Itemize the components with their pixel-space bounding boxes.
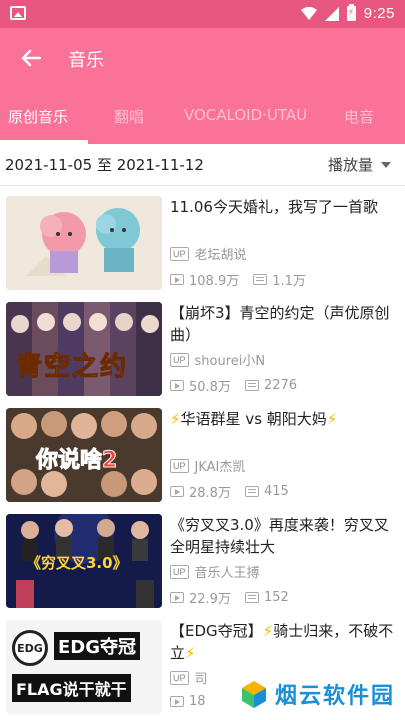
- danmaku-icon: [253, 274, 268, 285]
- up-badge: UP: [170, 246, 189, 261]
- up-badge: UP: [170, 352, 189, 367]
- video-stats: 108.9万 1.1万: [170, 270, 320, 289]
- danmaku-icon: [244, 486, 259, 497]
- battery-icon: ⚡: [346, 4, 356, 21]
- back-arrow-icon[interactable]: [18, 44, 46, 72]
- up-badge: UP: [170, 670, 189, 685]
- video-item[interactable]: 《穷叉叉3.0》 《穷叉叉3.0》再度来袭！穷叉叉全明星持续壮大 UP 音乐人王…: [0, 508, 405, 614]
- up-badge: UP: [170, 458, 189, 473]
- play-count: 108.9万: [189, 274, 240, 289]
- video-stats: 18: [170, 694, 220, 709]
- video-title: 11.06今天婚礼，我写了一首歌: [170, 198, 378, 216]
- watermark-text: 烟云软件园: [274, 684, 395, 709]
- video-item[interactable]: 11.06今天婚礼，我写了一首歌 UP 老坛胡说 108.9万 1.1万: [0, 190, 405, 296]
- up-badge: UP: [170, 564, 189, 579]
- play-count-icon: [170, 486, 184, 497]
- thumbnail-caption: 青空之约: [15, 352, 129, 383]
- video-thumbnail: 你说啥2: [6, 408, 162, 502]
- uploader[interactable]: UP 老坛胡说: [170, 244, 247, 263]
- play-count-icon: [170, 592, 184, 603]
- uploader-name: JKAI杰凯: [194, 460, 246, 475]
- danmaku-count: 1.1万: [272, 274, 306, 289]
- danmaku-count: 2276: [263, 378, 298, 393]
- uploader-name: shourei小N: [194, 354, 266, 369]
- play-count-icon: [170, 380, 184, 391]
- video-stats: 22.9万 152: [170, 588, 303, 607]
- video-thumbnail: [6, 196, 162, 290]
- video-item[interactable]: 青空之约 【崩坏3】青空的约定（声优原创曲） UP shourei小N 50.8…: [0, 296, 405, 402]
- video-title: ⚡华语群星 vs 朝阳大妈⚡: [170, 410, 338, 428]
- status-bar: ⚡ 9:25: [0, 0, 405, 28]
- watermark: 烟云软件园: [234, 676, 399, 712]
- danmaku-icon: [244, 592, 259, 603]
- caret-down-icon: [381, 161, 391, 168]
- page-title: 音乐: [68, 50, 104, 71]
- uploader-name: 老坛胡说: [194, 248, 247, 263]
- play-count: 18: [189, 694, 206, 709]
- video-stats: 28.8万 415: [170, 482, 303, 501]
- sort-dropdown[interactable]: 播放量: [328, 154, 391, 175]
- uploader-name: 司: [194, 672, 208, 687]
- danmaku-count: 415: [263, 484, 289, 499]
- play-count-icon: [170, 274, 184, 285]
- image-notification-icon: [10, 6, 26, 20]
- video-title: 【崩坏3】青空的约定（声优原创曲）: [170, 304, 390, 344]
- tab-original-music[interactable]: 原创音乐: [8, 106, 68, 127]
- date-range[interactable]: 2021-11-05 至 2021-11-12: [5, 154, 204, 175]
- video-title: 【EDG夺冠】⚡骑士归来，不破不立⚡: [170, 622, 394, 662]
- danmaku-count: 152: [263, 590, 289, 605]
- cube-logo-icon: [241, 681, 266, 708]
- uploader[interactable]: UP 司: [170, 668, 208, 687]
- edg-logo: EDG: [12, 630, 48, 666]
- sort-label: 播放量: [327, 156, 373, 174]
- video-thumbnail: 《穷叉叉3.0》: [6, 514, 162, 608]
- uploader[interactable]: UP 音乐人王搏: [170, 562, 260, 581]
- video-stats: 50.8万 2276: [170, 376, 311, 395]
- video-title: 《穷叉叉3.0》再度来袭！穷叉叉全明星持续壮大: [170, 516, 389, 556]
- thumbnail-caption: 《穷叉叉3.0》: [26, 554, 128, 572]
- clock: 9:25: [363, 5, 395, 22]
- danmaku-icon: [244, 380, 259, 391]
- play-count: 50.8万: [189, 380, 231, 395]
- filter-bar: 2021-11-05 至 2021-11-12 播放量: [0, 144, 405, 186]
- uploader-name: 音乐人王搏: [194, 566, 260, 581]
- tab-cover[interactable]: 翻唱: [114, 106, 144, 127]
- tab-vocaloid-utau[interactable]: VOCALOID·UTAU: [184, 106, 307, 124]
- play-count: 22.9万: [189, 592, 231, 607]
- uploader[interactable]: UP JKAI杰凯: [170, 456, 245, 475]
- play-count: 28.8万: [189, 486, 231, 501]
- category-tabs: 原创音乐 翻唱 VOCALOID·UTAU 电音: [0, 90, 405, 144]
- app-bar: 音乐: [0, 28, 405, 90]
- play-count-icon: [170, 696, 184, 707]
- thumbnail-caption: EDG夺冠: [54, 632, 141, 660]
- thumbnail-caption: FLAG说干就干: [12, 674, 131, 702]
- video-item[interactable]: 你说啥2 ⚡华语群星 vs 朝阳大妈⚡ UP JKAI杰凯 28.8万 415: [0, 402, 405, 508]
- tab-electronic[interactable]: 电音: [344, 106, 374, 127]
- uploader[interactable]: UP shourei小N: [170, 350, 265, 369]
- signal-icon: [324, 6, 339, 21]
- video-thumbnail: EDG EDG夺冠 FLAG说干就干: [6, 620, 162, 714]
- wifi-icon: [300, 6, 317, 20]
- video-thumbnail: 青空之约: [6, 302, 162, 396]
- thumbnail-caption: 你说啥2: [35, 448, 118, 474]
